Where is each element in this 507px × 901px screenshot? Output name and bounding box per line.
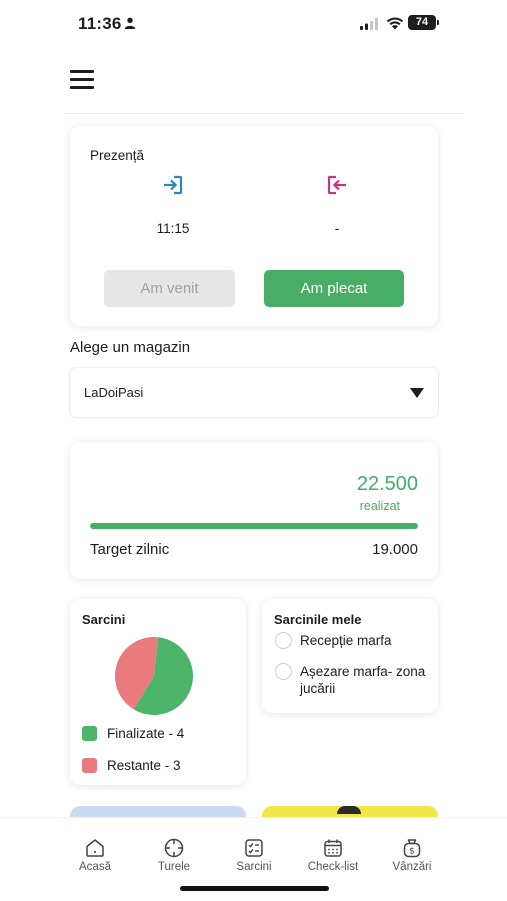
legend-done: Finalizate - 4 xyxy=(107,726,185,741)
nav-label: Sarcini xyxy=(236,861,272,873)
checkout-icon xyxy=(327,175,346,195)
checkout-time: - xyxy=(334,221,340,236)
money-bag-icon: $ xyxy=(403,839,421,858)
checkin-time: 11:15 xyxy=(156,221,190,236)
nav-item-vanzari[interactable]: $ Vânzări xyxy=(377,837,447,873)
checkin-icon xyxy=(164,175,183,195)
task-item[interactable]: Recepție marfa xyxy=(300,633,392,648)
tasks-title: Sarcini xyxy=(82,612,126,627)
achieved-value: 22.500 xyxy=(356,473,418,495)
achieved-label: realizat xyxy=(359,499,400,513)
presence-title: Prezență xyxy=(90,148,145,163)
home-indicator xyxy=(180,886,329,891)
nav-item-sarcini[interactable]: Sarcini xyxy=(219,837,289,873)
checklist-icon xyxy=(245,839,263,857)
nav-label: Check-list xyxy=(307,861,359,873)
task-item[interactable]: Așezare marfa- zona jucării xyxy=(300,663,432,697)
target-label: Target zilnic xyxy=(90,541,170,558)
task-checkbox[interactable] xyxy=(275,632,292,649)
nav-label: Turele xyxy=(157,861,191,873)
legend-remaining-swatch xyxy=(82,758,97,773)
target-progress-fill xyxy=(90,523,418,529)
battery-indicator: 74 xyxy=(408,15,439,30)
store-selected-value: LaDoiPasi xyxy=(84,385,144,400)
target-card: 22.500 realizat Target zilnic 19.000 xyxy=(70,442,438,579)
nav-item-turele[interactable]: Turele xyxy=(139,837,209,873)
svg-text:$: $ xyxy=(409,847,414,857)
nav-item-check-list[interactable]: Check-list xyxy=(298,837,368,873)
tasks-card: Sarcini Finalizate - 4 Restante - 3 xyxy=(70,599,246,785)
nav-label: Acasă xyxy=(79,861,111,873)
calendar-icon xyxy=(324,839,342,857)
task-checkbox[interactable] xyxy=(275,663,292,680)
nav-label: Vânzări xyxy=(392,861,432,873)
nav-item-acasa[interactable]: Acasă xyxy=(60,837,130,873)
caret-down-icon xyxy=(410,388,424,398)
my-tasks-card: Sarcinile mele Recepție marfa Așezare ma… xyxy=(262,599,438,713)
person-icon xyxy=(124,17,136,29)
my-tasks-title: Sarcinile mele xyxy=(274,612,362,627)
store-label: Alege un magazin xyxy=(70,339,191,356)
target-goal: 19.000 xyxy=(372,541,418,558)
hamburger-menu-icon[interactable] xyxy=(70,70,94,90)
target-progress-bar xyxy=(90,523,418,529)
header-divider xyxy=(64,113,464,114)
legend-remaining: Restante - 3 xyxy=(107,758,181,773)
tasks-pie-chart xyxy=(115,637,193,715)
wifi-icon xyxy=(386,17,404,30)
crosshair-icon xyxy=(164,838,184,858)
status-time: 11:36 xyxy=(78,14,122,33)
am-venit-button[interactable]: Am venit xyxy=(104,270,235,307)
store-select[interactable]: LaDoiPasi xyxy=(70,368,438,417)
presence-card: Prezență 11:15 - Am venit Am plecat xyxy=(70,126,438,326)
card-preview-image xyxy=(337,806,361,814)
am-plecat-button[interactable]: Am plecat xyxy=(264,270,404,307)
legend-done-swatch xyxy=(82,726,97,741)
home-icon xyxy=(86,839,104,857)
signal-icon xyxy=(360,18,378,30)
